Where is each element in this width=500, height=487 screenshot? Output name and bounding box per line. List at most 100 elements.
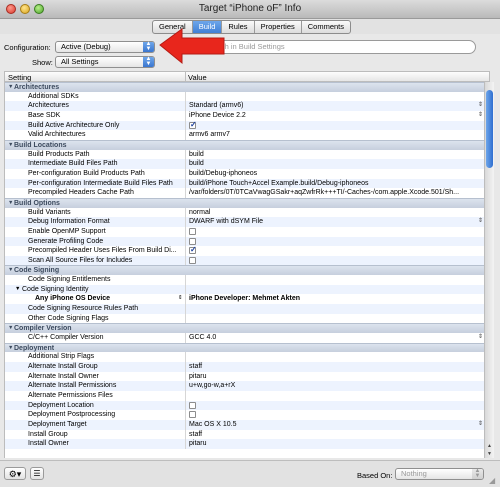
popup-arrows-icon[interactable]: ⇕ (478, 101, 483, 111)
setting-row[interactable]: Scan All Source Files for Includes (5, 255, 485, 266)
setting-checkbox[interactable] (189, 256, 196, 264)
setting-row[interactable]: Intermediate Build Files Path build (5, 159, 485, 169)
setting-value[interactable]: iPhone Device 2.2 (189, 111, 479, 121)
setting-row[interactable]: Precompiled Headers Cache Path/var/folde… (5, 188, 485, 198)
setting-row[interactable]: Per-configuration Build Products Path bui… (5, 168, 485, 179)
configuration-select[interactable]: Active (Debug) ▲ ▼ (55, 41, 155, 53)
gear-menu-button[interactable]: ⚙▾ (4, 467, 26, 480)
column-divider (185, 429, 186, 440)
setting-value[interactable]: build/Debug-iphoneos (189, 169, 479, 179)
setting-checkbox[interactable] (189, 411, 196, 419)
tab-comments[interactable]: Comments (302, 21, 350, 33)
setting-row[interactable]: Alternate Install Group staff (5, 362, 485, 372)
setting-value[interactable]: DWARF with dSYM File (189, 217, 479, 227)
setting-value[interactable]: pitaru (189, 372, 479, 382)
based-on-select[interactable]: Nothing ▲ ▼ (395, 468, 484, 480)
setting-value[interactable]: pitaru (189, 439, 479, 449)
setting-label: Install Owner (28, 440, 69, 448)
resize-grip-icon[interactable]: ◢ (489, 476, 498, 485)
setting-value[interactable]: build/iPhone Touch+Accel Example.build/D… (189, 179, 479, 189)
setting-row[interactable]: Precompiled Header Uses Files From Build… (5, 245, 485, 256)
setting-value[interactable]: Standard (armv6) (189, 101, 479, 111)
column-divider (185, 236, 186, 247)
column-divider (185, 207, 186, 218)
setting-row[interactable]: Valid Architectures armv6 armv7 (5, 130, 485, 140)
setting-row[interactable]: Alternate Install Owner pitaru (5, 371, 485, 382)
setting-label: Architectures (28, 102, 69, 110)
setting-row[interactable]: Install Owner pitaru (5, 439, 485, 449)
setting-value[interactable]: /var/folders/0T/0TCaVwagGSakr+aqZwfrRk++… (189, 188, 479, 198)
setting-row[interactable]: Alternate Install Permissions u+w,go-w,a+… (5, 381, 485, 391)
setting-row[interactable]: Generate Profiling Code (5, 236, 485, 247)
setting-value[interactable]: u+w,go-w,a+rX (189, 381, 479, 391)
popup-arrows-icon[interactable]: ⇕ (478, 217, 483, 227)
column-header-setting[interactable]: Setting (8, 73, 31, 82)
setting-row[interactable]: Deployment Target Mac OS X 10.5 ⇕ (5, 419, 485, 430)
setting-label: Install Group (28, 430, 68, 438)
setting-row[interactable]: Architectures Standard (armv6) ⇕ (5, 101, 485, 111)
setting-checkbox[interactable] (189, 227, 196, 235)
setting-label: Alternate Install Owner (28, 372, 99, 380)
disclosure-triangle-icon[interactable]: ▼ (15, 285, 20, 295)
group-header[interactable]: ▼ Build Locations (5, 139, 485, 150)
setting-row[interactable]: Debug Information Format DWARF with dSYM … (5, 217, 485, 227)
setting-label: Valid Architectures (28, 131, 86, 139)
group-header[interactable]: ▼ Code Signing (5, 265, 485, 276)
setting-checkbox[interactable] (189, 237, 196, 245)
setting-row[interactable]: Any iPhone OS Device ⇕ iPhone Developer: M… (5, 294, 485, 305)
table-header: Setting Value (4, 71, 490, 82)
setting-row[interactable]: Install Group staff (5, 429, 485, 440)
setting-row[interactable]: Base SDK iPhone Device 2.2 ⇕ (5, 110, 485, 121)
setting-value[interactable]: GCC 4.0 (189, 333, 479, 343)
setting-value[interactable]: armv6 armv7 (189, 130, 479, 140)
setting-label: Deployment Target (28, 420, 87, 428)
setting-checkbox[interactable] (189, 120, 197, 129)
scroll-arrows-icon[interactable]: ▲ ▼ (485, 442, 494, 458)
setting-value[interactable]: build (189, 159, 479, 169)
popup-arrows-icon[interactable]: ⇕ (478, 111, 483, 121)
column-divider (185, 410, 186, 420)
setting-value[interactable]: staff (189, 362, 479, 372)
setting-row[interactable]: Enable OpenMP Support (5, 226, 485, 237)
tab-properties[interactable]: Properties (255, 21, 302, 33)
group-header[interactable]: ▼ Architectures (5, 82, 485, 92)
setting-row[interactable]: Other Code Signing Flags (5, 313, 485, 324)
setting-value[interactable]: normal (189, 208, 479, 218)
setting-row[interactable]: Per-configuration Intermediate Build Fil… (5, 178, 485, 189)
setting-row[interactable]: C/C++ Compiler Version GCC 4.0 ⇕ (5, 333, 485, 343)
column-header-value[interactable]: Value (188, 73, 207, 82)
setting-label: C/C++ Compiler Version (28, 334, 104, 342)
setting-row[interactable]: Build Variants normal (5, 207, 485, 218)
setting-value[interactable]: Mac OS X 10.5 (189, 420, 479, 430)
setting-row[interactable]: Deployment Location (5, 400, 485, 411)
setting-value[interactable]: staff (189, 430, 479, 440)
vertical-scrollbar[interactable]: ▲ ▼ (484, 82, 494, 458)
scrollbar-thumb[interactable] (486, 90, 493, 168)
group-header[interactable]: ▼ Compiler Version (5, 323, 485, 334)
setting-row[interactable]: Deployment Postprocessing (5, 410, 485, 420)
setting-value[interactable]: iPhone Developer: Mehmet Akten (189, 294, 479, 304)
setting-row[interactable]: Additional Strip Flags (5, 352, 485, 363)
show-select[interactable]: All Settings ▲ ▼ (55, 56, 155, 68)
setting-row[interactable]: Build Products Path build (5, 149, 485, 160)
setting-row[interactable]: Additional SDKs (5, 91, 485, 102)
list-button[interactable]: ☰ (30, 467, 44, 480)
setting-label: Build Products Path (28, 150, 90, 158)
column-divider (185, 391, 186, 401)
setting-row[interactable]: Build Active Architecture Only (5, 120, 485, 131)
setting-row[interactable]: Alternate Permissions Files (5, 391, 485, 401)
setting-checkbox[interactable] (189, 245, 197, 255)
popup-arrows-icon[interactable]: ⇕ (478, 333, 483, 343)
group-header[interactable]: ▼ Deployment (5, 342, 485, 353)
setting-label: Alternate Permissions Files (28, 392, 113, 399)
setting-row[interactable]: Code Signing Entitlements (5, 275, 485, 285)
setting-label: Scan All Source Files for Includes (28, 256, 133, 264)
setting-row[interactable]: Code Signing Resource Rules Path (5, 304, 485, 314)
setting-value[interactable]: build (189, 150, 479, 160)
condition-popup-icon[interactable]: ⇕ (178, 294, 183, 304)
search-input[interactable]: Search in Build Settings (186, 40, 476, 54)
setting-checkbox[interactable] (189, 401, 196, 409)
setting-row[interactable]: Code Signing Identity ▼ (5, 284, 485, 295)
group-header[interactable]: ▼ Build Options (5, 197, 485, 208)
popup-arrows-icon[interactable]: ⇕ (478, 420, 483, 430)
